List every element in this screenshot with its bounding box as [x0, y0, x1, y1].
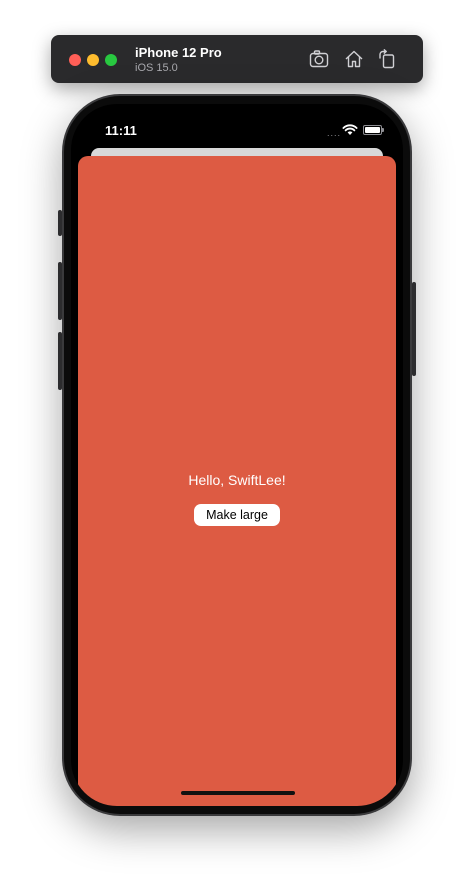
home-indicator[interactable]	[181, 791, 295, 795]
greeting-label: Hello, SwiftLee!	[188, 472, 286, 488]
minimize-window-button[interactable]	[87, 54, 99, 66]
battery-icon	[363, 125, 382, 135]
make-large-button[interactable]: Make large	[194, 504, 280, 526]
device-screen: 11:11 .... Hello, SwiftLee! Make large	[71, 104, 403, 806]
power-button	[412, 282, 416, 376]
battery-level	[365, 127, 380, 133]
close-window-button[interactable]	[69, 54, 81, 66]
screenshot-icon[interactable]	[308, 48, 330, 70]
zoom-window-button[interactable]	[105, 54, 117, 66]
wifi-icon	[342, 124, 358, 135]
home-icon[interactable]	[343, 48, 365, 70]
rotate-icon[interactable]	[376, 48, 398, 70]
os-version: iOS 15.0	[135, 62, 178, 74]
status-time: 11:11	[105, 123, 137, 138]
battery-cap	[382, 128, 384, 132]
simulator-toolbar: iPhone 12 Pro iOS 15.0	[51, 35, 423, 83]
sheet-view: Hello, SwiftLee! Make large	[78, 156, 396, 806]
cellular-signal: ....	[327, 128, 342, 138]
device-name: iPhone 12 Pro	[135, 45, 222, 60]
